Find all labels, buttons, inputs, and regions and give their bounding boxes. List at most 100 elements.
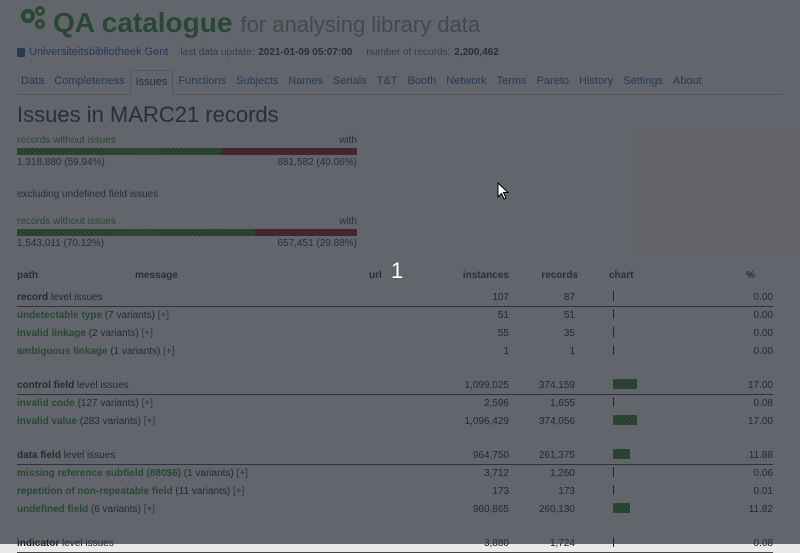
bar-fill-with-issues [255,229,357,236]
row-instances: 1,096,429 [464,416,510,427]
row-path: invalid value (283 variants) [+] [17,416,155,427]
section-suffix: level issues [74,380,129,391]
last-update-value: 2021-01-09 05:07:00 [258,46,353,58]
expand-variants-button[interactable]: [+] [142,398,153,409]
variants-count: (283 variants) [77,416,144,427]
expand-variants-button[interactable]: [+] [233,486,244,497]
row-chart [613,379,637,391]
issue-type-link[interactable]: undefined field [17,504,88,515]
issue-summary-bar: records without issues with 1,318,880 (5… [17,135,357,168]
page-title: Issues in MARC21 records [17,102,279,127]
row-instances: 964,750 [472,450,509,461]
bar-right-label: with [339,216,357,227]
expand-variants-button[interactable]: [+] [144,504,155,515]
tab-subjects[interactable]: Subjects [231,70,283,93]
app-title[interactable]: QA catalogue [53,7,232,39]
col-header-records: records [541,270,578,281]
chart-bar [613,449,630,459]
expand-variants-button[interactable]: [+] [142,328,153,339]
meta-bar: Universiteitsbibliotheek Gent last data … [17,46,513,58]
expand-variants-button[interactable]: [+] [144,416,155,427]
row-percent: 0.08 [753,398,773,409]
bar-right-value: 657,451 (29.88%) [277,238,357,249]
variants-count: (1 variants) [107,346,164,357]
row-percent: 0.00 [753,346,773,357]
tab-terms[interactable]: Terms [492,70,532,93]
row-instances: 55 [497,328,509,339]
table-row: undetectable type (7 variants) [+] 51 51 0.… [17,308,773,324]
progress-bar [17,148,357,155]
tab-pareto[interactable]: Pareto [532,70,574,93]
bar-left-label: records without issues [17,135,116,146]
tab-issues[interactable]: Issues [129,70,174,95]
bar-right-label: with [339,135,357,146]
expand-variants-button[interactable]: [+] [237,468,248,479]
gears-logo-icon [21,6,45,29]
tab-about[interactable]: About [668,70,707,93]
row-percent: 0.00 [753,328,773,339]
chart-bar [613,503,630,513]
tab-names[interactable]: Names [283,70,328,93]
variants-count: (6 variants) [88,504,144,515]
table-row: invalid code (127 variants) [+] 2,596 1,65… [17,396,773,412]
bar-fill-with-issues [220,148,357,155]
row-chart [613,503,630,515]
table-section-row: data field level issues 964,750 261,375 11.… [17,448,773,465]
variants-count: (7 variants) [102,310,158,321]
col-header-chart: chart [609,270,634,281]
chart-tick [613,485,614,495]
row-instances: 960,865 [472,504,509,515]
row-records: 1,655 [549,398,575,409]
tab-history[interactable]: History [574,70,618,93]
issue-type-link[interactable]: invalid code [17,398,75,409]
expand-variants-button[interactable]: [+] [158,310,169,321]
tab-data[interactable]: Data [17,70,49,93]
tab-serials[interactable]: Serials [328,70,372,93]
last-update-label: last data update: [180,46,255,58]
row-records: 1 [569,346,575,357]
row-path: ambiguous linkage (1 variants) [+] [17,346,175,357]
row-chart [613,397,614,409]
row-records: 374,056 [538,416,575,427]
library-link[interactable]: Universiteitsbibliotheek Gent [29,46,168,58]
bar-left-label: records without issues [17,216,116,227]
row-percent: 17.00 [747,416,773,427]
row-chart [613,449,630,461]
issue-type-link[interactable]: ambiguous linkage [17,346,108,357]
row-records: 87 [563,292,575,303]
row-instances: 173 [492,486,509,497]
tab-settings[interactable]: Settings [618,70,668,93]
section-name: control field [17,380,75,391]
row-path: repetition of non-repeatable field (11 v… [17,486,244,497]
section-suffix: level issues [48,292,103,303]
table-row: invalid linkage (2 variants) [+] 55 35 0.00 [17,326,773,342]
row-instances: 51 [497,310,509,321]
tab-completeness[interactable]: Completeness [49,70,129,93]
row-percent: 0.01 [753,486,773,497]
tab-booth[interactable]: Booth [403,70,442,93]
tab-functions[interactable]: Functions [173,70,231,93]
bar-left-value: 1,318,880 (59.94%) [17,157,105,168]
row-path: control field level issues [17,380,129,391]
row-chart [613,537,614,549]
row-instances: 1 [503,346,509,357]
issue-type-link[interactable]: repetition of non-repeatable field [17,486,173,497]
col-header-message: message [135,270,178,281]
tab-t-t[interactable]: T&T [372,70,403,93]
row-instances: 1,099,025 [464,380,510,391]
variants-count: (127 variants) [74,398,142,409]
row-records: 51 [563,310,575,321]
col-header-url: url [369,270,382,281]
issue-type-link[interactable]: undetectable type [17,310,102,321]
row-path: record level issues [17,292,103,303]
issue-type-link[interactable]: missing reference subfield (880$6) [17,468,181,479]
chart-tick [613,537,614,547]
tab-network[interactable]: Network [441,70,491,93]
issue-type-link[interactable]: invalid value [17,416,77,427]
row-records: 35 [563,328,575,339]
expand-variants-button[interactable]: [+] [163,346,174,357]
issue-type-link[interactable]: invalid linkage [17,328,86,339]
table-row: repetition of non-repeatable field (11 v… [17,484,773,500]
row-percent: 0.06 [753,468,773,479]
chart-tick [613,345,614,355]
